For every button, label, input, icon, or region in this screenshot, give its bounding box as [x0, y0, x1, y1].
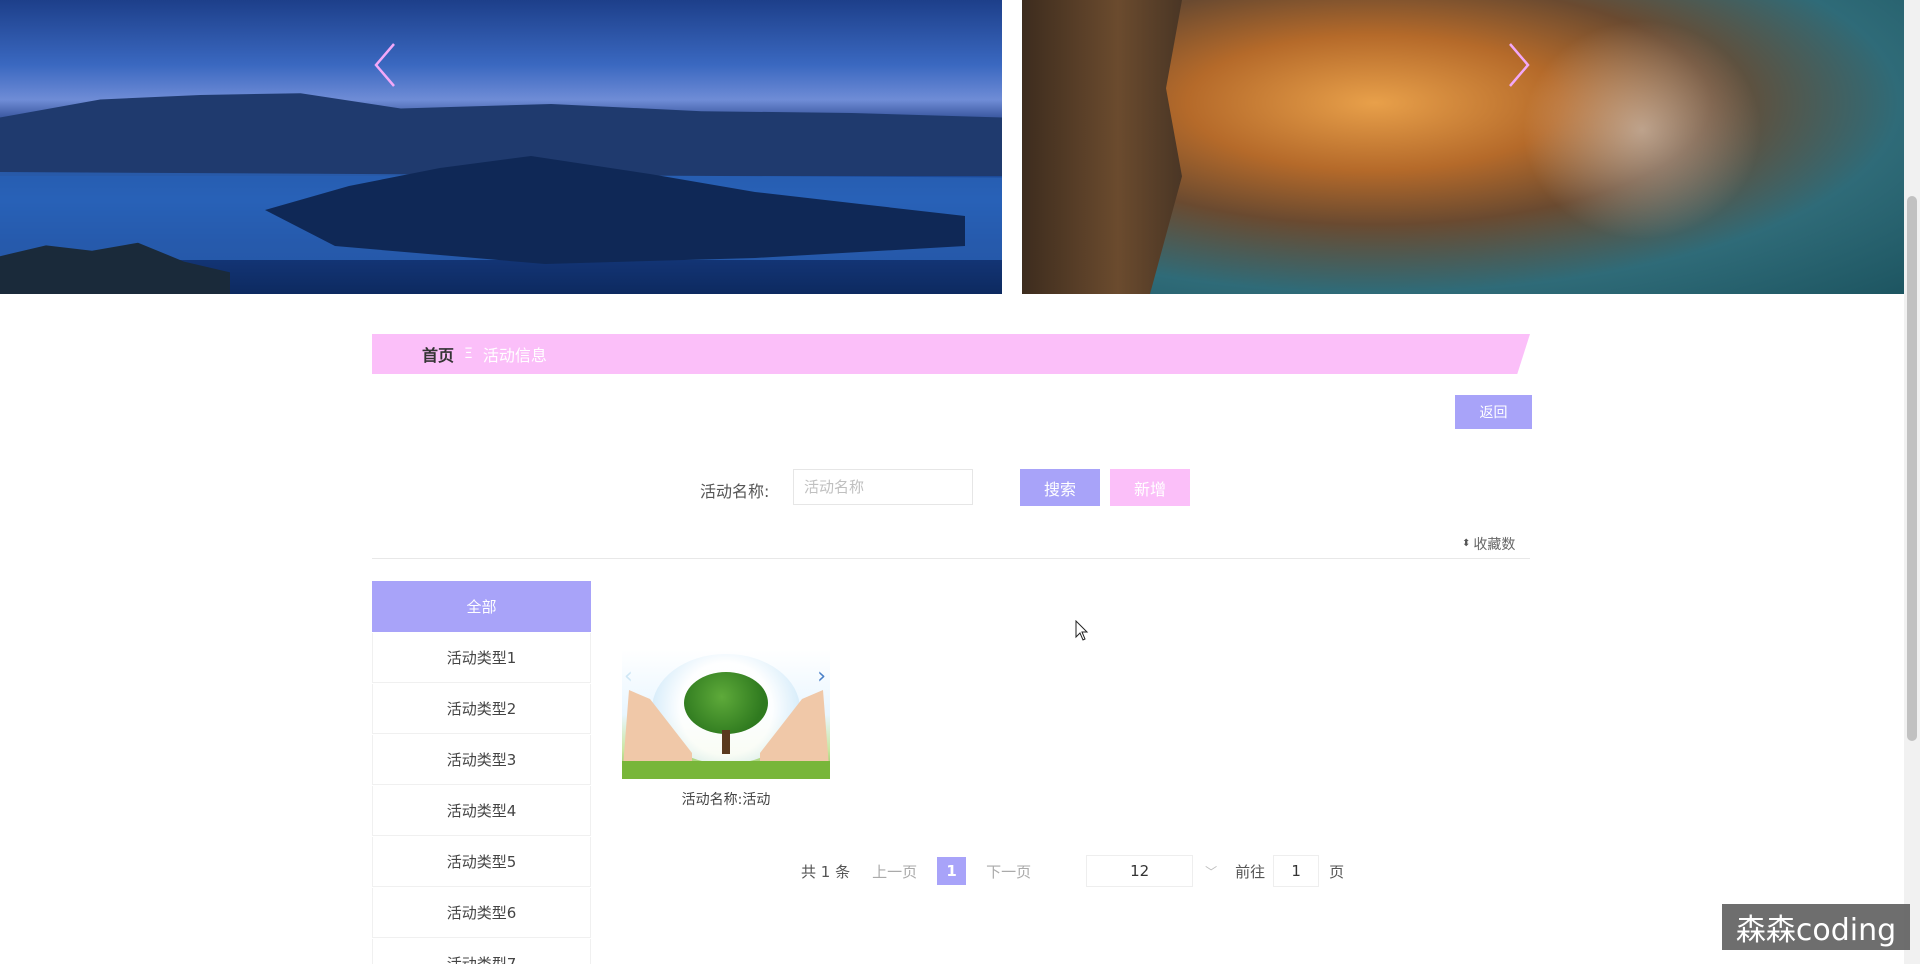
search-label: 活动名称: [700, 482, 770, 501]
card-next-icon[interactable]: › [817, 666, 826, 688]
tree-crown [684, 672, 768, 734]
category-all[interactable]: 全部 [372, 581, 591, 632]
pagination-page-1[interactable]: 1 [937, 857, 967, 885]
pagination-total: 共 1 条 [801, 862, 851, 881]
banner-prev-button[interactable] [370, 40, 400, 90]
page-unit-label: 页 [1329, 862, 1345, 881]
page: 首页 Ξ 活动信息 返回 活动名称: 搜索 新增 ⬍ 收藏数 全部 活动类型1 … [0, 0, 1920, 964]
breadcrumb-current: 活动信息 [482, 346, 547, 365]
pagination: 共 1 条 上一页 1 下一页 12 ﹀ 前往 1 页 [801, 855, 1344, 887]
category-item[interactable]: 活动类型7 [372, 939, 591, 964]
tree-trunk [722, 730, 730, 754]
breadcrumb-home[interactable]: 首页 [422, 342, 454, 366]
add-button[interactable]: 新增 [1110, 469, 1190, 506]
watermark: 森森coding [1722, 904, 1910, 950]
sort-label: 收藏数 [1473, 537, 1516, 553]
mouse-cursor-icon [1075, 620, 1089, 641]
category-item[interactable]: 活动类型6 [372, 888, 591, 938]
water-glow [1522, 20, 1762, 240]
chevron-down-icon[interactable]: ﹀ [1205, 863, 1217, 880]
category-list: 全部 活动类型1 活动类型2 活动类型3 活动类型4 活动类型5 活动类型6 活… [372, 581, 591, 964]
category-item[interactable]: 活动类型4 [372, 786, 591, 836]
chevron-left-icon [374, 43, 395, 87]
divider [372, 558, 1530, 559]
activity-image[interactable]: ‹ › [622, 650, 830, 779]
goto-label: 前往 [1235, 862, 1266, 881]
banner-next-button[interactable] [1504, 40, 1534, 90]
page-scrollbar[interactable] [1904, 0, 1920, 964]
page-size-select[interactable]: 12 [1086, 855, 1194, 887]
banner-carousel[interactable] [0, 0, 1904, 294]
scrollbar-thumb[interactable] [1907, 196, 1917, 741]
chevron-right-icon [1509, 43, 1530, 87]
rock [1022, 0, 1182, 294]
slide-gap [1002, 0, 1022, 294]
card-prev-icon[interactable]: ‹ [624, 666, 633, 688]
goto-page-input[interactable]: 1 [1273, 855, 1320, 887]
back-button[interactable]: 返回 [1455, 395, 1532, 429]
activity-card[interactable]: ‹ › 活动名称:活动 [622, 650, 830, 809]
category-item[interactable]: 活动类型3 [372, 735, 591, 785]
pagination-prev[interactable]: 上一页 [872, 861, 917, 882]
activity-name-input[interactable] [793, 469, 973, 505]
sort-icon: ⬍ [1462, 538, 1471, 549]
banner-slide-lake [0, 0, 1002, 294]
activity-card-title[interactable]: 活动名称:活动 [622, 789, 830, 809]
breadcrumb: 首页 Ξ 活动信息 [372, 334, 1530, 374]
category-item[interactable]: 活动类型2 [372, 684, 591, 734]
sort-by-favorites[interactable]: ⬍ 收藏数 [1462, 534, 1515, 554]
category-item[interactable]: 活动类型1 [372, 633, 591, 683]
category-item[interactable]: 活动类型5 [372, 837, 591, 887]
breadcrumb-separator: Ξ [464, 346, 473, 362]
pagination-next[interactable]: 下一页 [986, 861, 1031, 882]
grass [622, 761, 830, 779]
search-button[interactable]: 搜索 [1020, 469, 1100, 506]
banner-slide-rocks [1022, 0, 1904, 294]
